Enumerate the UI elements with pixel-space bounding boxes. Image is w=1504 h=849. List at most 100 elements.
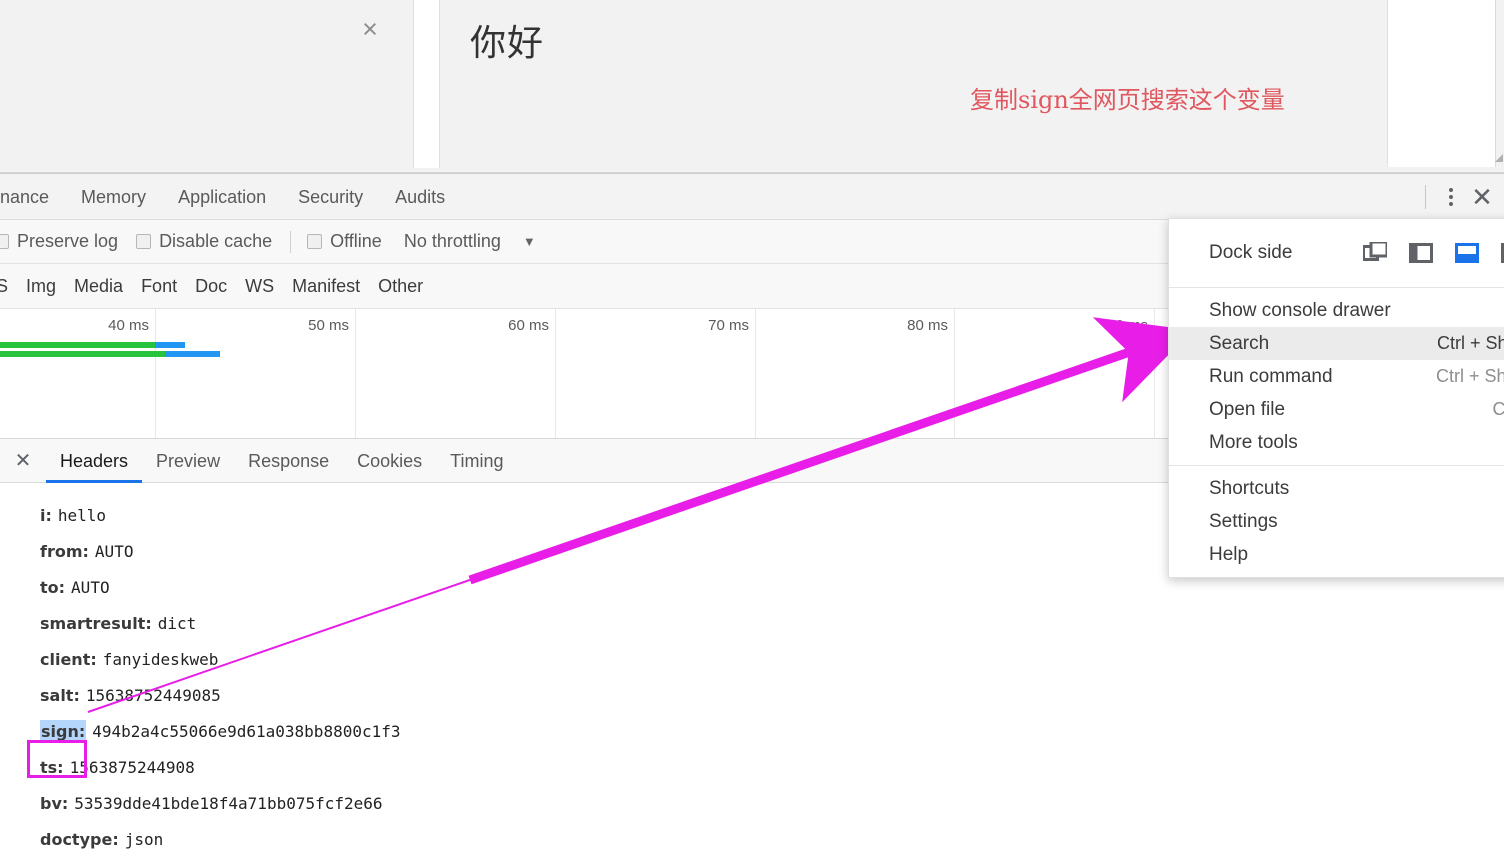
tab-application[interactable]: Application [162,174,282,220]
tab-headers[interactable]: Headers [46,439,143,483]
more-options-icon[interactable] [1440,183,1462,211]
form-data-row[interactable]: bv: 53539dde41bde18f4a71bb075fcf2e66 [40,785,1504,821]
dock-side-icons [1362,240,1504,266]
form-data-key: sign: [40,719,87,743]
waterfall-bar-green[interactable] [0,342,155,348]
chevron-down-icon[interactable]: ▼ [523,234,536,249]
menu-item-label: Search [1209,332,1270,354]
filter-ws[interactable]: WS [245,276,274,297]
preserve-log-toggle[interactable]: Preserve log [0,231,118,252]
offline-toggle[interactable]: Offline [307,231,382,252]
form-data-row[interactable]: sign: 494b2a4c55066e9d61a038bb8800c1f3 [40,713,1504,749]
menu-item-label: Shortcuts [1209,477,1290,499]
form-data-key: from: [40,541,89,561]
filter-font[interactable]: Font [141,276,177,297]
detail-close-icon[interactable]: ✕ [0,439,46,483]
menu-item-shortcut: Ctrl + Shift + F [1436,333,1504,353]
offline-checkbox[interactable] [307,234,323,249]
panel-divider [413,0,440,173]
menu-group-primary: Show console drawerEsc Search Ctrl + Shift… [1169,294,1504,459]
form-data-row[interactable]: salt: 15638752449085 [40,677,1504,713]
form-data-row[interactable]: smartresult: dict [40,605,1504,641]
waterfall-gridline [355,309,356,438]
translation-result: 你好 [470,23,545,64]
form-data-value: 1563875244908 [69,757,195,777]
tab-security[interactable]: Security [282,174,379,220]
waterfall-gridline [555,309,556,438]
waterfall-tick-label: 40 ms [108,317,149,334]
form-data-key: i: [40,505,52,525]
menu-item-help[interactable]: Help▶ [1169,538,1504,571]
menu-item-search[interactable]: Search Ctrl + Shift + F [1169,327,1504,360]
waterfall-bar-blue[interactable] [155,342,185,348]
filter-manifest[interactable]: Manifest [292,276,360,297]
menu-item-label: Run command [1209,365,1333,387]
filter-img[interactable]: Img [26,276,56,297]
menu-item-label: More tools [1209,431,1298,453]
waterfall-bar-blue[interactable] [165,351,220,357]
tab-preview[interactable]: Preview [142,439,234,483]
filter-other[interactable]: Other [378,276,423,297]
waterfall-gridline [155,309,156,438]
form-data-key: to: [40,577,66,597]
red-annotation-text: 复制sign全网页搜索这个变量 [970,86,1285,114]
waterfall-tick-label: 70 ms [708,317,749,334]
form-data-row[interactable]: ts: 1563875244908 [40,749,1504,785]
tab-audits[interactable]: Audits [379,174,461,220]
scroll-resize-icon[interactable] [1493,152,1504,163]
translate-result-panel: 你好 复制sign全网页搜索这个变量 [440,0,1504,173]
form-data-value: dict [157,613,197,633]
menu-item-settings[interactable]: SettingsF1 [1169,505,1504,538]
dock-side-label: Dock side [1209,242,1293,263]
form-data-row[interactable]: client: fanyideskweb [40,641,1504,677]
dock-to-left-icon[interactable] [1408,240,1434,266]
menu-separator-2 [1169,465,1504,466]
filter-css[interactable]: S [0,276,8,297]
menu-item-shortcuts[interactable]: Shortcuts [1169,472,1504,505]
dock-to-bottom-icon[interactable] [1454,240,1480,266]
menu-item-run-command[interactable]: Run command Ctrl + Shift + P [1169,360,1504,393]
waterfall-gridline [954,309,955,438]
form-data-key: bv: [40,793,69,813]
filter-doc[interactable]: Doc [195,276,227,297]
page-right-column [1387,0,1496,167]
filter-media[interactable]: Media [74,276,123,297]
menu-item-show-console-drawer[interactable]: Show console drawerEsc [1169,294,1504,327]
dock-side-row: Dock side [1169,225,1504,281]
form-data-row[interactable]: doctype: json [40,821,1504,849]
disable-cache-label: Disable cache [159,231,273,251]
waterfall-bar-green[interactable] [0,351,165,357]
close-icon[interactable]: × [355,14,385,44]
menu-item-label: Open file [1209,398,1286,420]
tab-cookies[interactable]: Cookies [343,439,436,483]
menu-item-more-tools[interactable]: More tools▶ [1169,426,1504,459]
disable-cache-toggle[interactable]: Disable cache [136,231,272,252]
devtools-main-menu[interactable]: Dock side Show console drawer Search Ctr… [1168,218,1504,578]
form-data-value: AUTO [71,577,110,597]
waterfall-tick-label: 50 ms [308,317,349,334]
menu-item-label: Help [1209,543,1249,565]
waterfall-tick-label: 60 ms [508,317,549,334]
form-data-key: smartresult: [40,613,152,633]
tab-timing[interactable]: Timing [436,439,517,483]
toolbar-divider [1425,185,1426,209]
waterfall-gridline [755,309,756,438]
tab-performance[interactable]: nance [0,174,65,220]
form-data-key: ts: [40,757,64,777]
form-data-value: 15638752449085 [85,685,221,705]
tab-memory[interactable]: Memory [65,174,162,220]
form-data-key: doctype: [40,829,119,849]
undock-into-separate-window-icon[interactable] [1362,240,1388,266]
form-data-value: 53539dde41bde18f4a71bb075fcf2e66 [74,793,383,813]
disable-cache-checkbox[interactable] [136,234,152,249]
tab-response[interactable]: Response [234,439,343,483]
menu-item-shortcut: Ctrl + Shift + P [1435,366,1504,386]
dock-to-right-icon[interactable] [1500,240,1504,266]
devtools-close-icon[interactable]: ✕ [1462,174,1502,220]
menu-item-open-file[interactable]: Open file Ctrl + P [1169,393,1504,426]
menu-group-secondary: Shortcuts SettingsF1Help▶ [1169,472,1504,571]
form-data-value: fanyideskweb [102,649,219,669]
preserve-log-checkbox[interactable] [0,234,9,249]
throttling-select-value[interactable]: No throttling [404,231,501,252]
form-data-value: hello [57,505,107,525]
